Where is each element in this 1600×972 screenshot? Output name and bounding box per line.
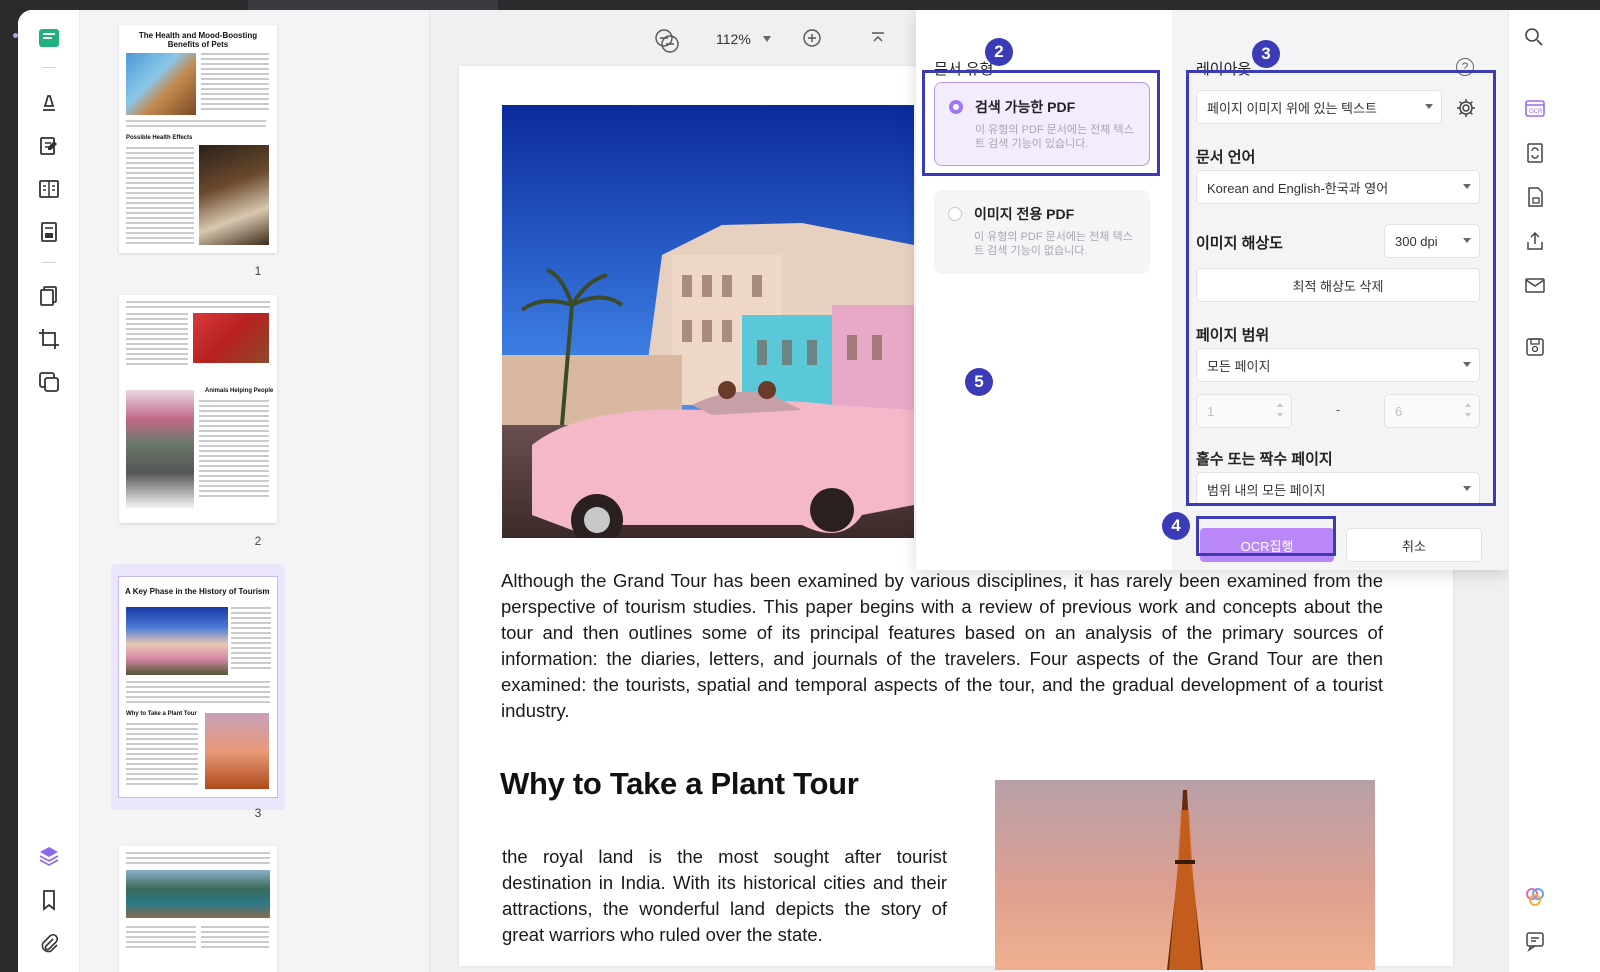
run-ocr-button[interactable]: OCR집행 (1200, 528, 1334, 562)
eiffel-photo (995, 780, 1375, 970)
mail-icon[interactable] (1524, 274, 1548, 298)
chevron-down-icon (1425, 104, 1433, 109)
page-range-label: 페이지 범위 (1196, 327, 1270, 344)
resolution-select[interactable]: 300 dpi (1384, 224, 1480, 258)
annotation-badge-4: 4 (1162, 512, 1190, 540)
edit-icon[interactable] (35, 132, 63, 160)
odd-even-value: 범위 내의 모든 페이지 (1207, 482, 1326, 498)
annotation-badge-3: 3 (1252, 40, 1280, 68)
highlighter-icon[interactable] (35, 88, 63, 116)
zoom-dropdown-icon[interactable] (763, 36, 771, 42)
annotation-badge-2: 2 (985, 38, 1013, 66)
thumbnail-number: 2 (254, 534, 262, 548)
window-top-strip (248, 0, 498, 10)
option-title: 검색 가능한 PDF (975, 99, 1076, 115)
thumbnail-title: The Health and Mood-Boosting Benefits of… (138, 31, 258, 49)
option-description: 이 유형의 PDF 문서에는 전체 텍스트 검색 기능이 있습니다. (975, 124, 1134, 150)
radio-selected-icon[interactable] (949, 100, 963, 114)
body-paragraph-2: the royal land is the most sought after … (502, 846, 947, 945)
language-label: 문서 언어 (1196, 149, 1256, 166)
first-page-button[interactable] (868, 28, 892, 52)
convert-icon[interactable] (1524, 142, 1548, 166)
ai-assistant-icon[interactable] (1524, 886, 1548, 910)
range-from-input[interactable]: 1 (1196, 394, 1292, 428)
document-type-panel: 문서 유형 검색 가능한 PDF 이 유형의 PDF 문서에는 전체 텍스트 검… (916, 10, 1172, 570)
search-icon[interactable] (1523, 26, 1547, 50)
svg-text:OCR: OCR (1529, 109, 1543, 115)
zoom-out-button[interactable] (654, 28, 678, 52)
language-value: Korean and English-한국과 영어 (1207, 180, 1389, 196)
option-title: 이미지 전용 PDF (974, 206, 1075, 222)
thumbnail-page-2[interactable]: Animals Helping People (119, 295, 277, 523)
cancel-button[interactable]: 취소 (1346, 528, 1482, 562)
layout-value: 페이지 이미지 위에 있는 텍스트 (1207, 100, 1377, 116)
reader-icon[interactable] (35, 24, 63, 52)
language-select[interactable]: Korean and English-한국과 영어 (1196, 170, 1480, 204)
thumbnail-number: 3 (254, 806, 262, 820)
range-from-value: 1 (1207, 403, 1215, 419)
range-to-value: 6 (1395, 403, 1403, 419)
ocr-icon[interactable]: OCR (1523, 96, 1549, 122)
radio-unselected-icon[interactable] (948, 207, 962, 221)
odd-even-label: 홀수 또는 짝수 페이지 (1196, 451, 1333, 468)
share-icon[interactable] (1524, 230, 1548, 254)
layout-label: 레이아웃 (1196, 61, 1252, 78)
document-type-label: 문서 유형 (934, 61, 994, 78)
thumbnail-subheading: Possible Health Effects (126, 135, 193, 141)
section-heading: Why to Take a Plant Tour (500, 766, 859, 801)
thumbnail-number: 1 (254, 264, 262, 278)
page-range-select[interactable]: 모든 페이지 (1196, 348, 1480, 382)
zoom-level[interactable]: 112% (716, 31, 751, 47)
comment-icon[interactable] (1524, 930, 1548, 954)
chevron-down-icon (1463, 238, 1471, 243)
stepper-icon[interactable] (1465, 401, 1473, 421)
layout-select[interactable]: 페이지 이미지 위에 있는 텍스트 (1196, 90, 1442, 124)
image-only-pdf-option[interactable]: 이미지 전용 PDF 이 유형의 PDF 문서에는 전체 텍스트 검색 기능이 … (934, 190, 1150, 274)
window-edge-dot (13, 33, 18, 38)
thumbnail-title: A Key Phase in the History of Tourism (125, 587, 270, 596)
chevron-down-icon (1463, 486, 1471, 491)
pages-icon[interactable] (35, 282, 63, 310)
body-paragraph: Although the Grand Tour has been examine… (501, 570, 1383, 721)
attachment-icon[interactable] (35, 930, 63, 958)
searchable-pdf-option[interactable]: 검색 가능한 PDF 이 유형의 PDF 문서에는 전체 텍스트 검색 기능이 … (934, 82, 1150, 166)
chevron-down-icon (1463, 362, 1471, 367)
thumbnail-page-4[interactable] (119, 846, 277, 972)
thumbnail-subheading: Animals Helping People (205, 388, 274, 394)
annotation-badge-5: 5 (965, 368, 993, 396)
option-description: 이 유형의 PDF 문서에는 전체 텍스트 검색 기능이 없습니다. (974, 231, 1133, 257)
save-icon[interactable] (1524, 336, 1548, 360)
page-range-value: 모든 페이지 (1207, 358, 1271, 374)
thumbnail-subheading: Why to Take a Plant Tour (126, 711, 197, 717)
zoom-in-icon (803, 29, 821, 47)
zoom-out-icon (655, 29, 673, 47)
settings-gear-icon[interactable] (1456, 98, 1476, 118)
compare-icon[interactable] (35, 368, 63, 396)
bookmark-icon[interactable] (35, 886, 63, 914)
stepper-icon[interactable] (1277, 401, 1285, 421)
first-page-icon (872, 32, 884, 42)
zoom-in-button[interactable] (802, 28, 826, 52)
thumbnail-page-1[interactable]: The Health and Mood-Boosting Benefits of… (119, 25, 277, 253)
remove-resolution-button[interactable]: 최적 해상도 삭제 (1196, 268, 1480, 302)
organize-icon[interactable] (35, 175, 63, 203)
crop-icon[interactable] (35, 325, 63, 353)
ocr-dialog: 문서 유형 검색 가능한 PDF 이 유형의 PDF 문서에는 전체 텍스트 검… (916, 10, 1510, 570)
chevron-down-icon (1463, 184, 1471, 189)
help-icon[interactable]: ? (1456, 58, 1474, 76)
odd-even-select[interactable]: 범위 내의 모든 페이지 (1196, 472, 1480, 506)
app-window: The Health and Mood-Boosting Benefits of… (18, 10, 1600, 972)
range-separator: - (1336, 402, 1341, 417)
ocr-settings-panel: 레이아웃 ? 페이지 이미지 위에 있는 텍스트 문서 언어 Korean an… (1172, 10, 1510, 570)
range-to-input[interactable]: 6 (1384, 394, 1480, 428)
protect-icon[interactable] (1524, 186, 1548, 210)
resolution-value: 300 dpi (1395, 233, 1438, 249)
layers-icon[interactable] (35, 842, 63, 870)
left-tool-rail (18, 10, 80, 972)
havana-photo (502, 105, 914, 538)
form-icon[interactable] (35, 218, 63, 246)
resolution-label: 이미지 해상도 (1196, 235, 1283, 252)
thumbnail-page-3[interactable]: A Key Phase in the History of Tourism Wh… (119, 577, 277, 797)
